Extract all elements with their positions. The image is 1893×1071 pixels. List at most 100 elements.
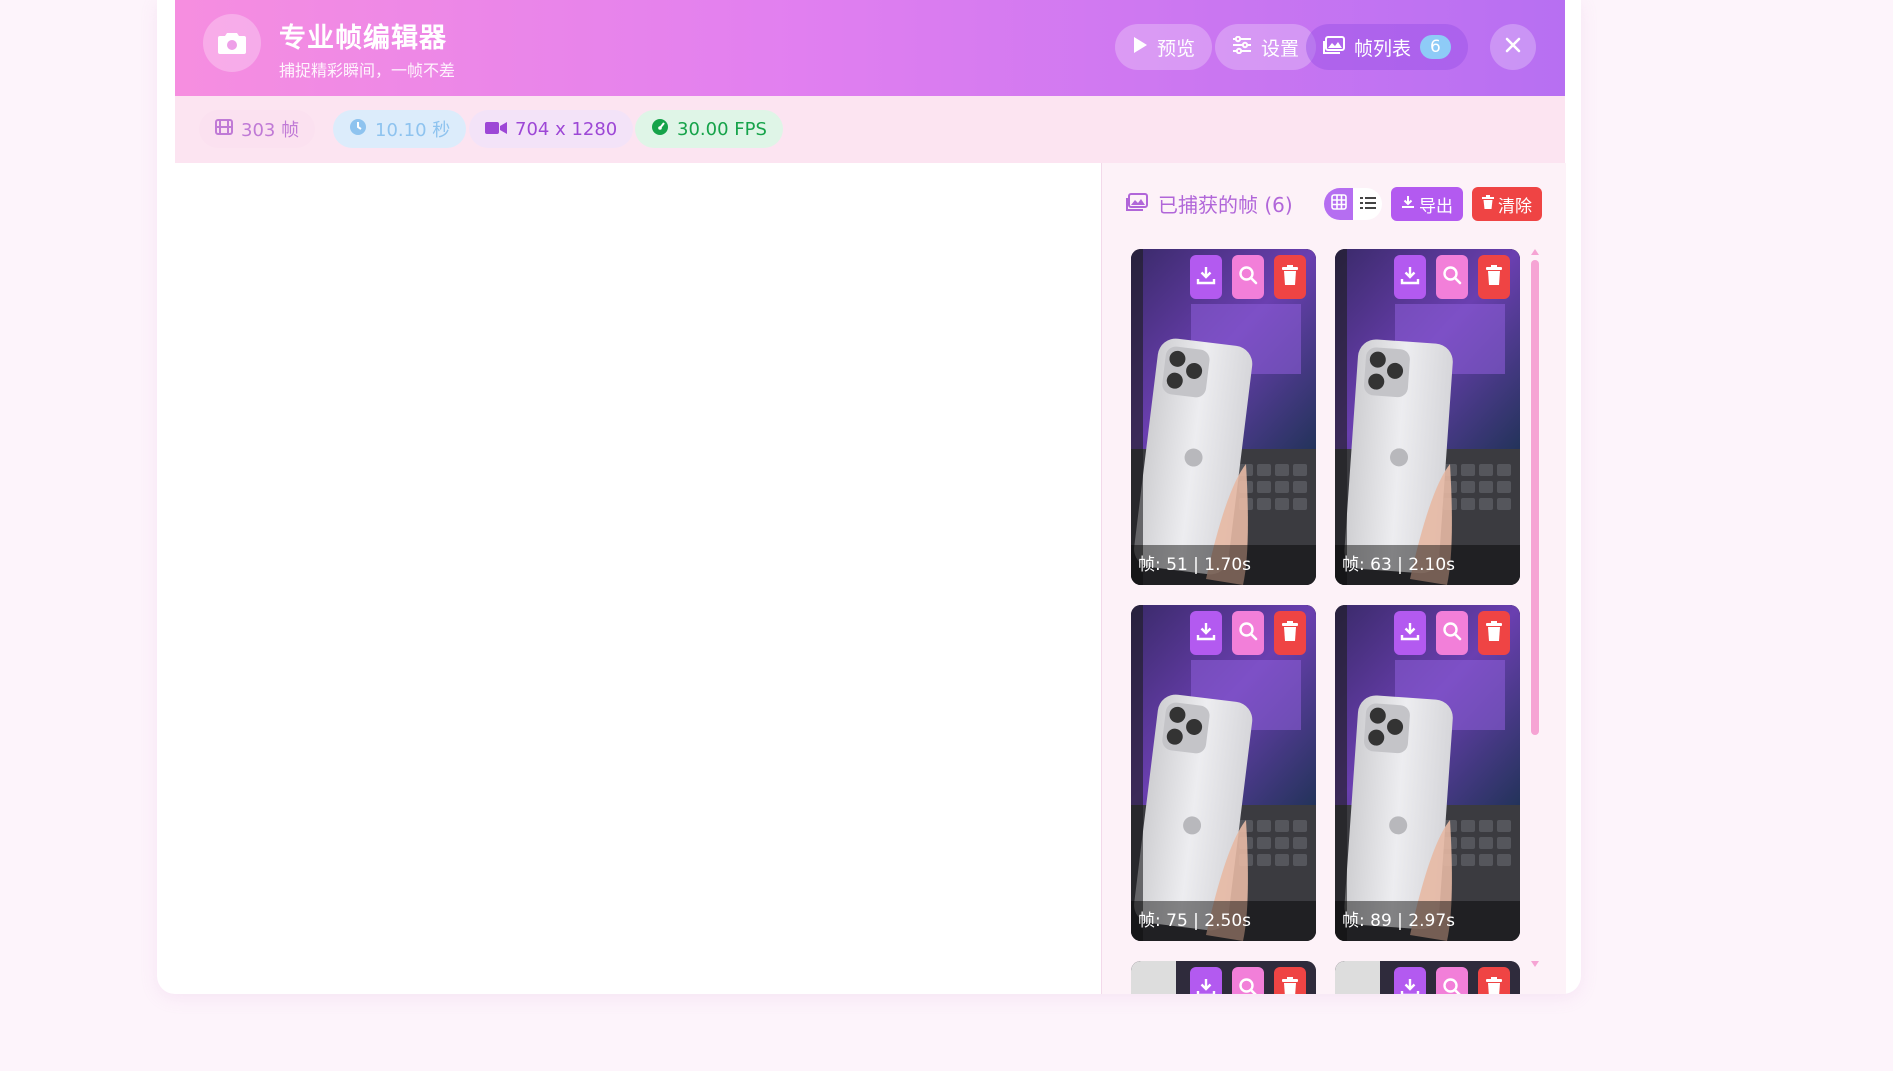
header-bar: 专业帧编辑器 捕捉精彩瞬间，一帧不差 预览 设置 帧列表 6 [175, 0, 1565, 96]
frame-caption: 帧: 63 | 2.10s [1335, 545, 1520, 585]
list-view-button[interactable] [1353, 188, 1382, 220]
close-button[interactable] [1490, 24, 1536, 70]
frame-grid-scrollbar[interactable] [1529, 248, 1539, 970]
zoom-frame-button[interactable] [1232, 255, 1264, 299]
frame-actions [1394, 255, 1510, 299]
export-label: 导出 [1419, 196, 1453, 217]
zoom-frame-button[interactable] [1232, 967, 1264, 994]
trash-icon [1282, 621, 1298, 645]
frame-caption: 帧: 51 | 1.70s [1131, 545, 1316, 585]
trash-icon [1486, 621, 1502, 645]
download-icon [1400, 977, 1420, 994]
search-icon [1238, 621, 1258, 645]
download-icon [1196, 977, 1216, 994]
duration-value: 10.10 秒 [375, 120, 451, 141]
zoom-frame-button[interactable] [1436, 255, 1468, 299]
download-icon [1401, 194, 1415, 214]
frame-card[interactable] [1131, 961, 1316, 994]
fps-value: 30.00 FPS [677, 118, 767, 140]
search-icon [1238, 977, 1258, 994]
frame-actions [1394, 611, 1510, 655]
download-icon [1196, 621, 1216, 645]
scrollbar-thumb[interactable] [1531, 260, 1539, 735]
resolution-stat: 704 x 1280 [469, 110, 634, 148]
search-icon [1442, 621, 1462, 645]
frame-actions [1190, 611, 1306, 655]
download-frame-button[interactable] [1190, 611, 1222, 655]
search-icon [1442, 265, 1462, 289]
delete-frame-button[interactable] [1478, 255, 1510, 299]
download-frame-button[interactable] [1190, 967, 1222, 994]
sliders-icon [1232, 35, 1252, 59]
frame-count-stat: 303 帧 [199, 110, 316, 148]
trash-icon [1486, 265, 1502, 289]
app-title: 专业帧编辑器 [279, 23, 447, 54]
download-frame-button[interactable] [1190, 255, 1222, 299]
zoom-frame-button[interactable] [1232, 611, 1264, 655]
search-icon [1238, 265, 1258, 289]
scroll-up-arrow-icon[interactable] [1530, 248, 1540, 256]
frame-actions [1190, 255, 1306, 299]
preview-label: 预览 [1157, 37, 1196, 60]
captured-frames-panel: 已捕获的帧 (6) 导出 清除 帧: 51 | 1.70s 帧: 63 | 2.… [1101, 163, 1566, 994]
zoom-frame-button[interactable] [1436, 967, 1468, 994]
grid-view-button[interactable] [1324, 188, 1353, 220]
delete-frame-button[interactable] [1274, 255, 1306, 299]
frame-list-button[interactable]: 帧列表 6 [1306, 24, 1468, 70]
download-icon [1196, 265, 1216, 289]
images-icon [1323, 35, 1345, 59]
frame-thumbnail-image [1335, 249, 1520, 585]
trash-icon [1282, 265, 1298, 289]
clear-button[interactable]: 清除 [1472, 187, 1542, 221]
frame-count-value: 303 帧 [241, 120, 300, 141]
film-icon [215, 118, 233, 140]
frame-count-badge: 6 [1420, 35, 1451, 59]
video-icon [485, 119, 507, 140]
panel-title-text: 已捕获的帧 (6) [1158, 193, 1293, 217]
frame-thumbnail-image [1131, 605, 1316, 941]
gauge-icon [651, 118, 669, 141]
resolution-value: 704 x 1280 [515, 118, 618, 140]
view-mode-toggle [1324, 188, 1382, 220]
scroll-down-arrow-icon[interactable] [1530, 960, 1540, 968]
frame-card[interactable]: 帧: 63 | 2.10s [1335, 249, 1520, 585]
video-stats-bar: 303 帧 10.10 秒 704 x 1280 30.00 FPS [175, 96, 1565, 163]
frame-card[interactable]: 帧: 89 | 2.97s [1335, 605, 1520, 941]
grid-icon [1330, 194, 1347, 214]
frame-thumbnail-image [1335, 605, 1520, 941]
trash-icon [1282, 977, 1298, 994]
frame-card[interactable]: 帧: 51 | 1.70s [1131, 249, 1316, 585]
frame-actions [1394, 967, 1510, 994]
download-icon [1400, 621, 1420, 645]
frame-thumbnail-image [1131, 249, 1316, 585]
settings-label: 设置 [1261, 37, 1300, 60]
download-frame-button[interactable] [1394, 611, 1426, 655]
frame-editor-window: 专业帧编辑器 捕捉精彩瞬间，一帧不差 预览 设置 帧列表 6 303 帧 10.… [157, 0, 1581, 994]
preview-button[interactable]: 预览 [1115, 24, 1213, 70]
download-frame-button[interactable] [1394, 967, 1426, 994]
delete-frame-button[interactable] [1478, 967, 1510, 994]
frame-card[interactable] [1335, 961, 1520, 994]
trash-icon [1486, 977, 1502, 994]
panel-title: 已捕获的帧 (6) [1126, 189, 1293, 218]
download-frame-button[interactable] [1394, 255, 1426, 299]
duration-stat: 10.10 秒 [333, 110, 467, 148]
export-button[interactable]: 导出 [1391, 187, 1463, 221]
frame-caption: 帧: 75 | 2.50s [1131, 901, 1316, 941]
frame-caption: 帧: 89 | 2.97s [1335, 901, 1520, 941]
app-subtitle: 捕捉精彩瞬间，一帧不差 [279, 61, 456, 80]
frame-card[interactable]: 帧: 75 | 2.50s [1131, 605, 1316, 941]
zoom-frame-button[interactable] [1436, 611, 1468, 655]
delete-frame-button[interactable] [1274, 611, 1306, 655]
play-icon [1132, 36, 1148, 59]
settings-button[interactable]: 设置 [1215, 24, 1317, 70]
frame-actions [1190, 967, 1306, 994]
trash-icon [1482, 194, 1494, 214]
delete-frame-button[interactable] [1478, 611, 1510, 655]
preview-area [175, 163, 1101, 994]
download-icon [1400, 265, 1420, 289]
clock-icon [349, 118, 367, 141]
list-icon [1359, 195, 1376, 214]
delete-frame-button[interactable] [1274, 967, 1306, 994]
close-icon [1505, 37, 1521, 57]
